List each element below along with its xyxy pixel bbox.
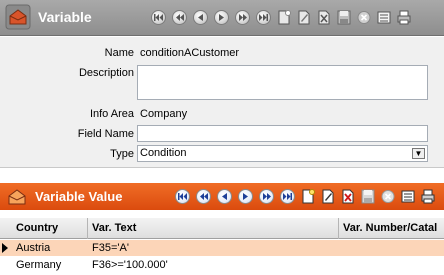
- column-header-var-text[interactable]: Var. Text: [88, 218, 339, 239]
- cancel-icon[interactable]: [357, 10, 371, 25]
- variable-value-app-icon: [8, 189, 26, 205]
- cell-country: Austria: [16, 242, 51, 254]
- print-icon[interactable]: [397, 10, 411, 25]
- cell-var-text: F36>='100.000': [92, 259, 168, 271]
- description-field[interactable]: [137, 65, 428, 100]
- type-select-value: Condition: [140, 147, 187, 159]
- name-field[interactable]: conditionACustomer: [137, 45, 428, 62]
- cell-var-text: F35='A': [92, 242, 129, 254]
- variable-value-title: Variable Value: [35, 189, 123, 204]
- next-record-icon[interactable]: [214, 10, 229, 25]
- last-record-icon[interactable]: [280, 189, 295, 204]
- type-label: Type: [110, 148, 134, 160]
- current-row-pointer-icon: [2, 243, 8, 253]
- previous-record-icon[interactable]: [193, 10, 208, 25]
- first-record-icon[interactable]: [151, 10, 166, 25]
- variable-header: Variable: [0, 0, 444, 36]
- list-view-icon[interactable]: [377, 10, 391, 25]
- save-icon[interactable]: [337, 10, 351, 25]
- delete-icon[interactable]: [341, 189, 355, 204]
- new-document-icon[interactable]: [301, 189, 315, 204]
- list-view-icon[interactable]: [401, 189, 415, 204]
- variable-form: Name conditionACustomer Description Info…: [0, 37, 444, 168]
- next-record-icon[interactable]: [238, 189, 253, 204]
- next-page-icon[interactable]: [235, 10, 250, 25]
- name-label: Name: [104, 47, 134, 59]
- info-area-label: Info Area: [89, 108, 134, 120]
- column-header-country[interactable]: Country: [12, 218, 88, 239]
- column-header-var-number[interactable]: Var. Number/Catal: [339, 218, 444, 239]
- previous-record-icon[interactable]: [217, 189, 232, 204]
- last-record-icon[interactable]: [256, 10, 271, 25]
- grid-header: Country Var. Text Var. Number/Catal: [0, 218, 444, 239]
- table-row[interactable]: Germany F36>='100.000': [0, 257, 444, 273]
- chevron-down-icon[interactable]: ▼: [412, 148, 425, 159]
- edit-icon[interactable]: [297, 10, 311, 25]
- previous-page-icon[interactable]: [196, 189, 211, 204]
- type-select[interactable]: Condition ▼: [137, 145, 428, 162]
- next-page-icon[interactable]: [259, 189, 274, 204]
- first-record-icon[interactable]: [175, 189, 190, 204]
- description-label: Description: [78, 67, 134, 79]
- delete-icon[interactable]: [317, 10, 331, 25]
- cancel-icon[interactable]: [381, 189, 395, 204]
- previous-page-icon[interactable]: [172, 10, 187, 25]
- new-document-icon[interactable]: [277, 10, 291, 25]
- variable-value-toolbar: [175, 189, 441, 204]
- table-row[interactable]: Austria F35='A': [0, 240, 444, 256]
- save-icon[interactable]: [361, 189, 375, 204]
- print-icon[interactable]: [421, 189, 435, 204]
- variable-title: Variable: [38, 9, 92, 25]
- edit-icon[interactable]: [321, 189, 335, 204]
- cell-country: Germany: [16, 259, 62, 271]
- variable-value-header: Variable Value: [0, 183, 444, 210]
- variable-toolbar: [151, 10, 417, 25]
- field-name-label: Field Name: [77, 128, 134, 140]
- info-area-field[interactable]: Company: [137, 106, 428, 123]
- variable-app-icon: [5, 4, 31, 30]
- field-name-field[interactable]: [137, 125, 428, 142]
